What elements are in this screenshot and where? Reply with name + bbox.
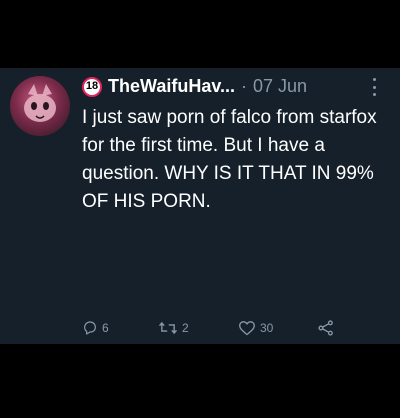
tweet-text: I just saw porn of falco from starfox fo…: [82, 107, 377, 212]
separator-dot: ·: [241, 76, 248, 96]
retweet-count: 2: [182, 321, 189, 335]
age-badge: 18: [82, 76, 102, 97]
reply-count: 6: [102, 321, 109, 335]
share-button[interactable]: [317, 320, 335, 336]
reply-icon: [84, 321, 96, 335]
display-name[interactable]: TheWaifuHav...: [108, 76, 235, 97]
tweet-header: 18 TheWaifuHav... · 07 Jun: [82, 76, 307, 97]
retweet-button[interactable]: 2: [158, 320, 189, 336]
timestamp[interactable]: 07 Jun: [253, 76, 307, 97]
avatar-image: [24, 84, 56, 122]
reply-button[interactable]: 6: [82, 320, 109, 336]
avatar[interactable]: [10, 76, 70, 136]
retweet-icon: [159, 321, 177, 335]
like-count: 30: [260, 321, 274, 335]
like-button[interactable]: 30: [238, 320, 273, 336]
tweet-actions: 6 2 30: [82, 320, 372, 340]
tweet-card[interactable]: 18 TheWaifuHav... · 07 Jun I just saw po…: [0, 68, 400, 344]
share-icon: [318, 320, 333, 336]
heart-icon: [239, 321, 255, 336]
more-options-icon[interactable]: [368, 78, 380, 96]
